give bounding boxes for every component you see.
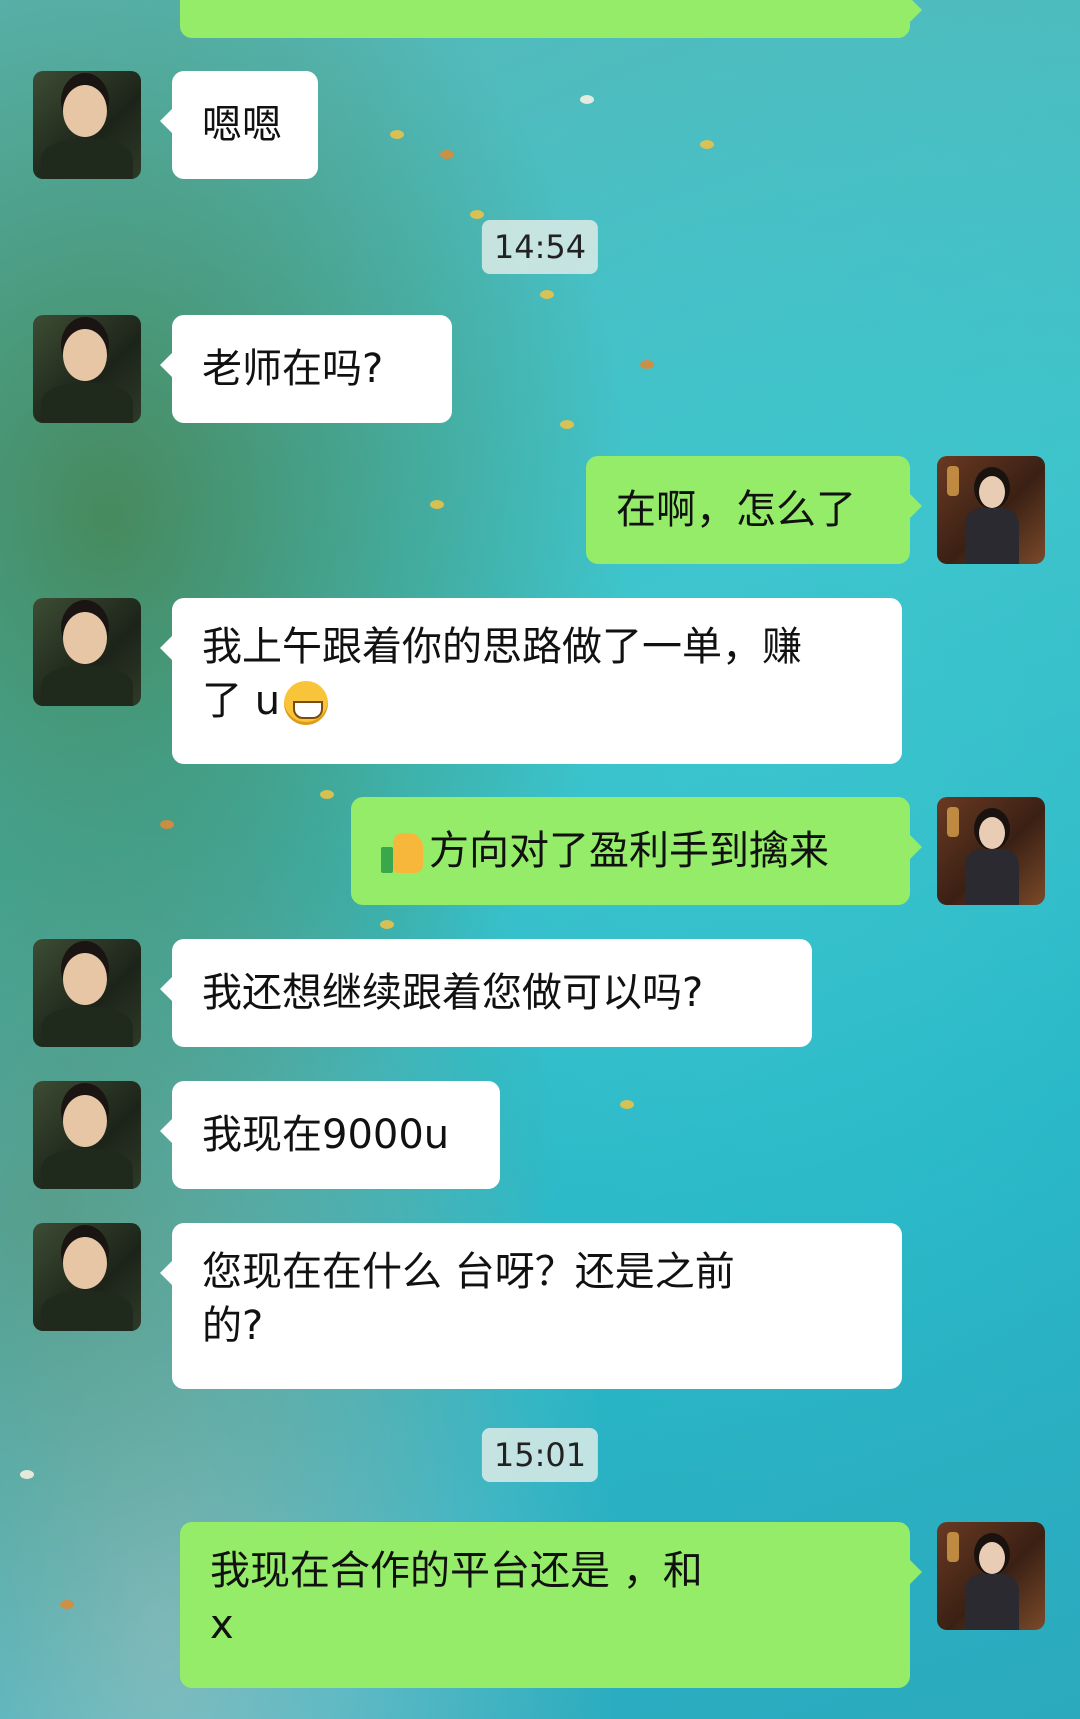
contact-avatar[interactable] bbox=[33, 939, 141, 1047]
message-text-line: 我上午跟着你的思路做了一单，赚 bbox=[202, 624, 802, 670]
contact-avatar[interactable] bbox=[33, 71, 141, 179]
message-text-line: 您现在在什么 台呀？还是之前 bbox=[202, 1249, 735, 1295]
message-text-line: 了 u bbox=[202, 678, 281, 724]
message-text: 在啊，怎么了 bbox=[616, 487, 856, 533]
message-text-line: 的? bbox=[202, 1303, 264, 1349]
message-bubble-incoming[interactable]: 嗯嗯 bbox=[160, 71, 318, 179]
chat-message-list[interactable]: 嗯嗯 14:54 老师在吗? 在啊，怎么了 我上午跟着你的思路做了一单，赚 了 … bbox=[0, 0, 1080, 1719]
message-bubble-incoming[interactable]: 您现在在什么 台呀？还是之前 的? bbox=[160, 1223, 902, 1389]
message-bubble-incoming[interactable]: 我上午跟着你的思路做了一单，赚 了 u bbox=[160, 598, 902, 764]
message-bubble-incoming[interactable]: 老师在吗? bbox=[160, 315, 452, 423]
user-avatar[interactable] bbox=[937, 797, 1045, 905]
contact-avatar[interactable] bbox=[33, 315, 141, 423]
message-text-line: 我现在合作的平台还是 ，和 bbox=[210, 1548, 703, 1594]
grinning-face-icon bbox=[284, 681, 329, 725]
thumbs-up-icon bbox=[381, 829, 425, 873]
message-bubble-incoming[interactable]: 我还想继续跟着您做可以吗? bbox=[160, 939, 812, 1047]
user-avatar[interactable] bbox=[937, 456, 1045, 564]
message-text-line: x bbox=[210, 1602, 234, 1648]
contact-avatar[interactable] bbox=[33, 598, 141, 706]
contact-avatar[interactable] bbox=[33, 1223, 141, 1331]
message-text: 方向对了盈利手到擒来 bbox=[429, 828, 829, 874]
message-bubble-outgoing[interactable] bbox=[180, 0, 922, 38]
message-bubble-outgoing[interactable]: 在啊，怎么了 bbox=[586, 456, 922, 564]
message-text: 嗯嗯 bbox=[202, 102, 282, 148]
timestamp: 15:01 bbox=[481, 1428, 599, 1482]
contact-avatar[interactable] bbox=[33, 1081, 141, 1189]
message-bubble-outgoing[interactable]: 我现在合作的平台还是 ，和 x bbox=[180, 1522, 922, 1688]
message-text: 我现在9000u bbox=[202, 1112, 450, 1158]
user-avatar[interactable] bbox=[937, 1522, 1045, 1630]
message-text: 老师在吗? bbox=[202, 346, 384, 392]
message-bubble-incoming[interactable]: 我现在9000u bbox=[160, 1081, 500, 1189]
timestamp: 14:54 bbox=[481, 220, 599, 274]
message-text: 我还想继续跟着您做可以吗? bbox=[202, 970, 704, 1016]
message-bubble-outgoing[interactable]: 方向对了盈利手到擒来 bbox=[351, 797, 922, 905]
